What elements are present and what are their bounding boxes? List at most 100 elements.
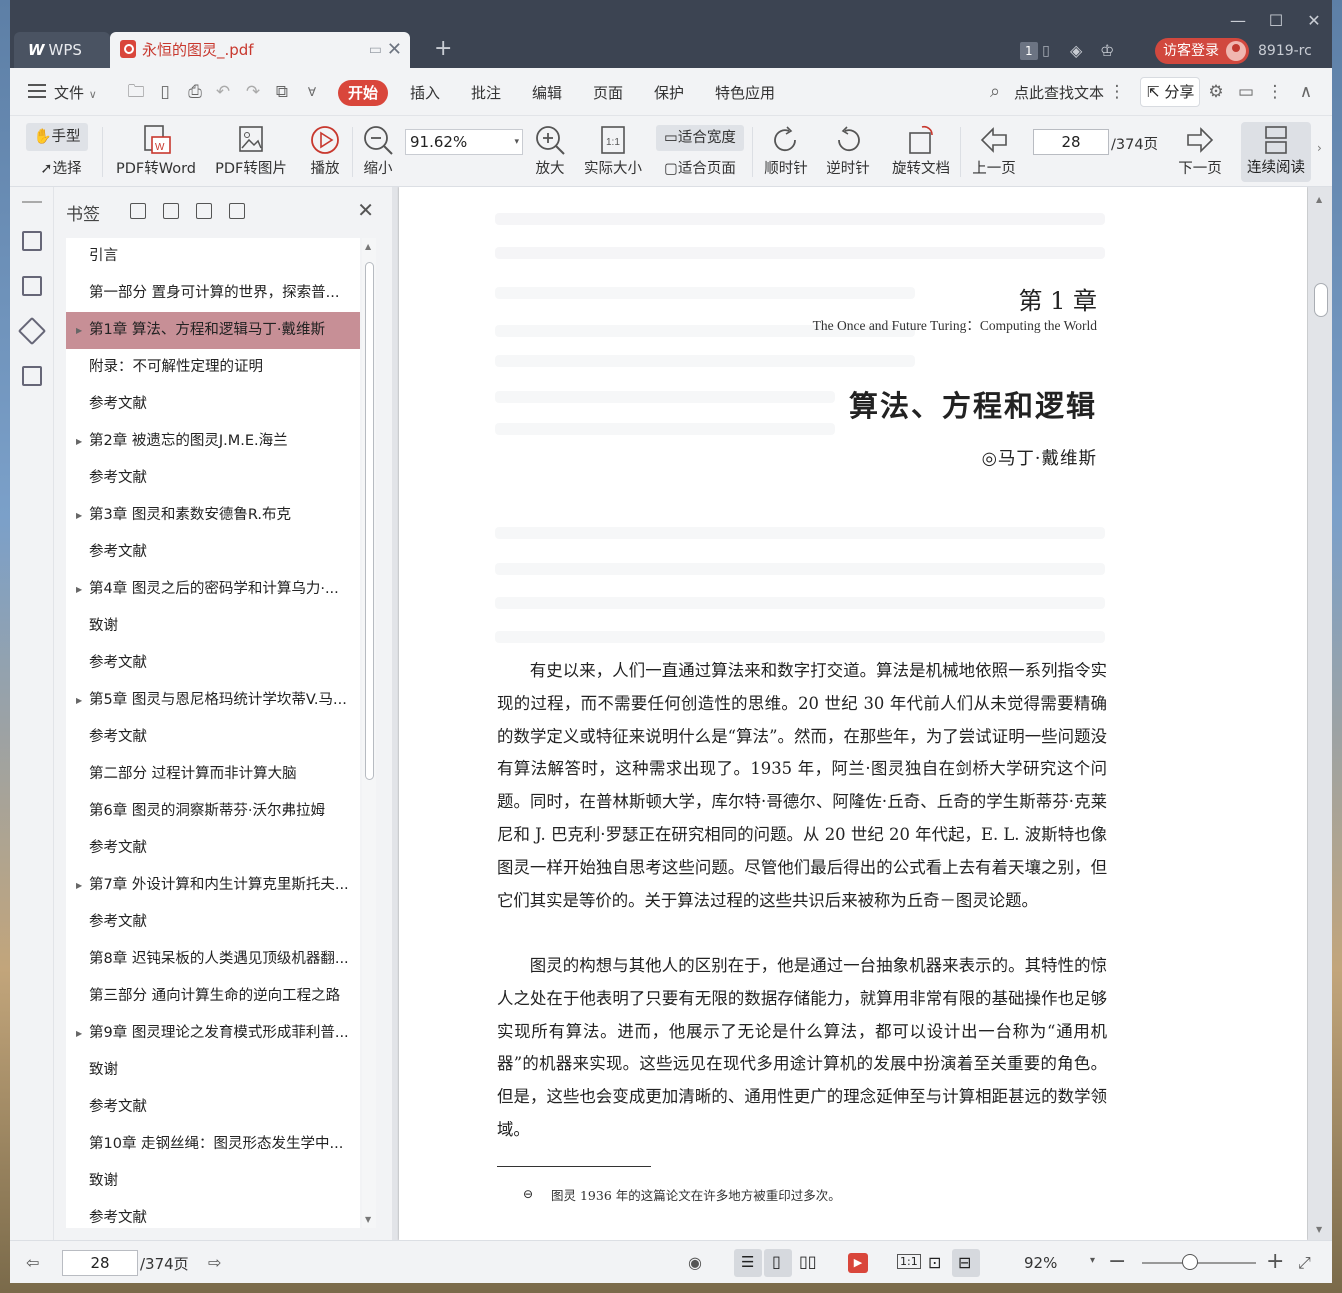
expand-arrow-icon[interactable]: ▶ [76,423,82,460]
hamburger-icon[interactable] [28,84,46,98]
scroll-down-icon[interactable]: ▼ [1316,1225,1322,1234]
thumbnail-image-icon[interactable] [22,276,42,296]
bookmark-item[interactable]: 第一部分 置身可计算的世界，探索普... [66,275,360,312]
zoom-slider-track[interactable] [1142,1262,1256,1264]
bookmark-item[interactable]: 参考文献 [66,386,360,423]
scroll-down-icon[interactable]: ▼ [365,1215,371,1224]
menu-page[interactable]: 页面 [593,80,623,106]
settings-icon[interactable]: ⚙ [1206,82,1226,102]
expand-arrow-icon[interactable]: ▶ [76,1015,82,1052]
guest-login-button[interactable]: 访客登录 [1155,38,1249,64]
document-scrollbar[interactable]: ▲ ▼ [1308,187,1332,1240]
bookmark-item[interactable]: ▶ 第9章 图灵理论之发育模式形成菲利普... [66,1015,360,1052]
bookmark-item[interactable]: 引言 [66,238,360,275]
bookmark-item[interactable]: 第二部分 过程计算而非计算大脑 [66,756,360,793]
bookmark-item[interactable]: 参考文献 [66,904,360,941]
menu-start[interactable]: 开始 [338,80,389,106]
bookmark-item[interactable]: 致谢 [66,1163,360,1200]
comment-icon[interactable]: ▭ [1236,82,1256,102]
window-count[interactable]: 1 ▯ [1020,38,1050,64]
bookmark-item[interactable]: ▶ 第4章 图灵之后的密码学和计算乌力·... [66,571,360,608]
pdf-to-image-button[interactable]: PDF转图片 [210,123,292,178]
bookmark-item[interactable]: 参考文献 [66,460,360,497]
menu-special[interactable]: 特色应用 [715,80,775,106]
close-window-icon[interactable]: ✕ [1301,10,1327,32]
select-tool-button[interactable]: ➚选择 [30,157,92,181]
continuous-view-button[interactable]: ☰ [734,1249,762,1277]
expand-arrow-icon[interactable]: ▶ [76,867,82,904]
expand-arrow-icon[interactable]: ▶ [76,312,82,349]
add-child-bookmark-icon[interactable] [163,203,179,219]
menu-protect[interactable]: 保护 [654,80,684,106]
close-icon[interactable]: ✕ [357,198,374,222]
menu-edit[interactable]: 编辑 [532,80,562,106]
expand-arrow-icon[interactable]: ▶ [76,571,82,608]
open-folder-icon[interactable]: 🗀 [126,82,146,102]
fit-page-status-button[interactable]: ⊡ [922,1249,950,1277]
bookmark-item[interactable]: 致谢 [66,608,360,645]
bookmark-scrollbar[interactable]: ▲ ▼ [362,238,376,1228]
fit-width-button[interactable]: ▭适合宽度 [656,125,744,151]
minimize-icon[interactable]: — [1225,10,1251,32]
tab-close-icon[interactable]: ✕ [387,32,402,68]
next-page-button[interactable]: 下一页 [1174,123,1226,178]
bookmark-item[interactable]: 第8章 迟钝呆板的人类遇见顶级机器翻... [66,941,360,978]
bookmark-item[interactable]: 参考文献 [66,534,360,571]
status-prev-page-icon[interactable]: ⇦ [26,1253,39,1272]
new-tab-icon[interactable]: + [434,36,452,62]
annotation-tag-icon[interactable] [17,316,47,346]
status-zoom-out-icon[interactable]: − [1108,1249,1126,1274]
bookmark-item[interactable]: ▶ 第1章 算法、方程和逻辑马丁·戴维斯 [66,312,360,349]
search-icon[interactable]: ⌕ [985,82,1005,102]
prev-page-button[interactable]: 上一页 [968,123,1020,178]
scroll-up-icon[interactable]: ▲ [365,242,371,251]
undo-icon[interactable]: ↶ [213,82,233,102]
status-zoom-in-icon[interactable]: + [1266,1249,1284,1274]
zoom-slider-handle[interactable] [1182,1254,1198,1270]
skin-icon[interactable]: ◈ [1070,38,1082,64]
attachment-image-icon[interactable] [22,366,42,386]
two-page-view-button[interactable]: ▯▯ [794,1249,822,1277]
bookmark-item[interactable]: ▶ 第5章 图灵与恩尼格玛统计学坎蒂V.马... [66,682,360,719]
slideshow-button[interactable]: ▶ [844,1249,872,1277]
bookmark-item[interactable]: ▶ 第2章 被遗忘的图灵J.M.E.海兰 [66,423,360,460]
fullscreen-icon[interactable]: ⤢ [1298,1253,1311,1273]
continuous-read-button[interactable]: 连续阅读 [1241,122,1311,182]
hand-tool-button[interactable]: ✋手型 [26,123,88,151]
more-options-icon[interactable]: ⋮ [1265,82,1285,102]
zoom-in-button[interactable]: 放大 [530,123,570,178]
menu-file[interactable]: 文件 ∨ [54,80,97,106]
fit-width-status-button[interactable]: ⊟ [952,1249,980,1277]
more-quick-icon[interactable]: ∀ [302,82,322,102]
zoom-select[interactable]: 91.62% ▾ [405,129,523,155]
bookmark-item[interactable]: 第10章 走钢丝绳：图灵形态发生学中... [66,1126,360,1163]
status-page-input[interactable]: 28 [62,1250,138,1276]
document-scroll-thumb[interactable] [1314,283,1328,317]
bookmark-item[interactable]: ▶ 第3章 图灵和素数安德鲁R.布克 [66,497,360,534]
zoom-out-button[interactable]: 缩小 [358,123,398,178]
collapse-ribbon-icon[interactable]: ∧ [1296,82,1316,102]
expand-arrow-icon[interactable]: ▶ [76,682,82,719]
rotate-counterclockwise-button[interactable]: 逆时针 [822,123,874,178]
bookmark-item[interactable]: 参考文献 [66,719,360,756]
toolbar-scroll-right-icon[interactable]: › [1317,141,1322,155]
outline-list-icon[interactable] [22,231,42,251]
expand-arrow-icon[interactable]: ▶ [76,497,82,534]
document-view[interactable]: 第 1 章 The Once and Future Turing：Computi… [392,187,1332,1240]
export-image-icon[interactable]: ⧉ [272,82,292,102]
bookmark-item[interactable]: 参考文献 [66,1200,360,1228]
bookmark-item[interactable]: 附录：不可解性定理的证明 [66,349,360,386]
actual-size-button[interactable]: 1:1 实际大小 [580,123,646,178]
maximize-icon[interactable]: ☐ [1263,10,1289,32]
share-button[interactable]: ⇱ 分享 [1140,77,1200,107]
expand-bookmark-icon[interactable] [196,203,212,219]
search-text-button[interactable]: 点此查找文本 [1014,80,1104,106]
print-icon[interactable]: ⎙ [185,82,205,102]
tab-preview-icon[interactable]: ▭ [369,32,382,68]
zoom-dropdown-icon[interactable]: ▾ [1090,1255,1095,1266]
status-next-page-icon[interactable]: ⇨ [208,1253,221,1272]
rotate-clockwise-button[interactable]: 顺时针 [760,123,812,178]
save-icon[interactable]: ▯ [155,82,175,102]
tab-document[interactable]: 永恒的图灵_.pdf ▭ ✕ [110,32,410,68]
tab-wps-home[interactable]: W WPS [14,32,110,68]
